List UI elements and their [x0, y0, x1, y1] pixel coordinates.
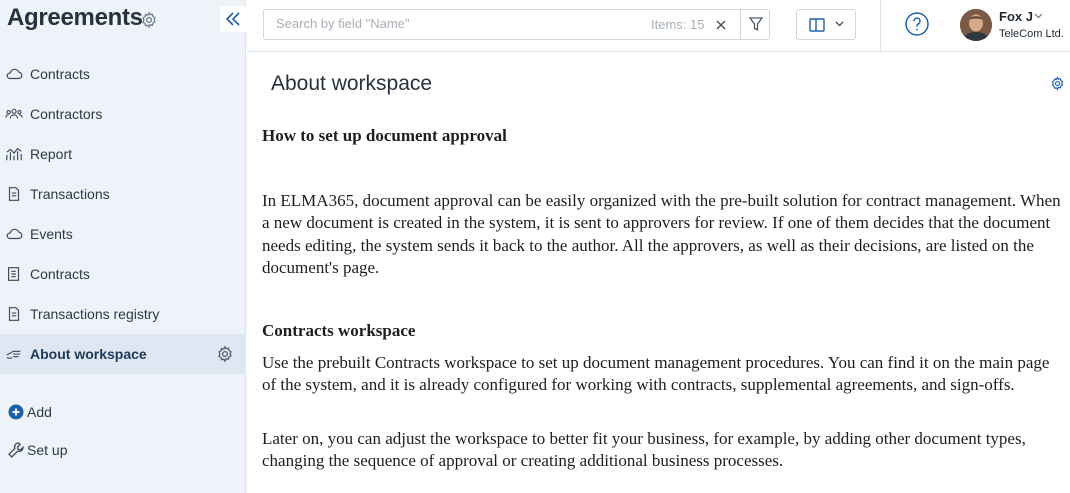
sidebar-item-events[interactable]: Events	[0, 214, 246, 254]
avatar[interactable]	[960, 9, 992, 41]
cloud-icon	[6, 228, 23, 240]
article-heading: Contracts workspace	[262, 321, 416, 340]
sidebar-item-transactions-registry[interactable]: Transactions registry	[0, 294, 246, 334]
user-name[interactable]: Fox J	[999, 9, 1033, 24]
list-document-icon	[8, 267, 20, 281]
sidebar-nav: Contracts Contractors Report Transaction…	[0, 54, 246, 374]
sidebar-item-about-workspace[interactable]: About workspace	[0, 334, 246, 374]
gear-icon[interactable]	[140, 11, 158, 29]
columns-icon	[809, 18, 825, 32]
sidebar-item-label: Contracts	[30, 266, 90, 282]
sidebar-item-label: About workspace	[30, 346, 147, 362]
gear-icon[interactable]	[1050, 76, 1065, 91]
view-mode-button[interactable]	[796, 9, 856, 40]
report-icon	[6, 147, 22, 161]
sidebar-item-label: Transactions	[30, 186, 110, 202]
sidebar-item-label: Contractors	[30, 106, 103, 122]
filter-button[interactable]	[740, 10, 771, 39]
sidebar-item-label: Report	[30, 146, 73, 162]
sidebar-item-contracts[interactable]: Contracts	[0, 54, 246, 94]
article-paragraph: In ELMA365, document approval can be eas…	[262, 191, 1061, 277]
article-paragraph: Use the prebuilt Contracts workspace to …	[262, 353, 1050, 395]
search-box: Items: 15	[263, 9, 770, 40]
add-label: Add	[27, 404, 52, 420]
sidebar-item-label: Contracts	[30, 66, 90, 82]
chevron-down-icon[interactable]	[1034, 13, 1043, 19]
sidebar-item-label: Events	[30, 226, 73, 242]
divider	[880, 0, 881, 52]
setup-label: Set up	[27, 442, 68, 458]
help-icon[interactable]	[905, 12, 929, 36]
wrench-icon	[8, 442, 24, 458]
filter-icon	[749, 17, 763, 32]
document-icon	[8, 307, 20, 321]
hand-icon	[6, 350, 21, 359]
double-chevron-left-icon	[225, 12, 240, 26]
sidebar-item-contracts-list[interactable]: Contracts	[0, 254, 246, 294]
close-icon[interactable]	[712, 16, 730, 34]
page-title: About workspace	[271, 72, 433, 95]
top-bar: Items: 15 Fox J TeleCom Ltd.	[247, 0, 1070, 52]
plus-circle-icon	[8, 404, 24, 420]
sidebar-item-label: Transactions registry	[30, 306, 160, 322]
sidebar-item-transactions[interactable]: Transactions	[0, 174, 246, 214]
gear-icon[interactable]	[216, 345, 234, 363]
article-heading: How to set up document approval	[262, 126, 507, 145]
sidebar-item-report[interactable]: Report	[0, 134, 246, 174]
user-company: TeleCom Ltd.	[999, 28, 1064, 40]
article-paragraph: Later on, you can adjust the workspace t…	[262, 429, 1026, 471]
main-content: About workspace How to set up document a…	[247, 53, 1070, 493]
cloud-icon	[6, 68, 23, 80]
app-title: Agreements	[7, 4, 143, 31]
sidebar-header: Agreements	[0, 0, 246, 44]
users-icon	[5, 108, 23, 119]
document-icon	[8, 187, 20, 201]
sidebar-item-contractors[interactable]: Contractors	[0, 94, 246, 134]
chevron-down-icon	[835, 21, 844, 27]
sidebar: Agreements Contracts Contractors Report …	[0, 0, 246, 493]
search-input[interactable]	[274, 15, 638, 32]
collapse-sidebar-button[interactable]	[220, 6, 246, 32]
items-count: Items: 15	[651, 17, 705, 32]
user-photo-icon	[960, 9, 992, 41]
